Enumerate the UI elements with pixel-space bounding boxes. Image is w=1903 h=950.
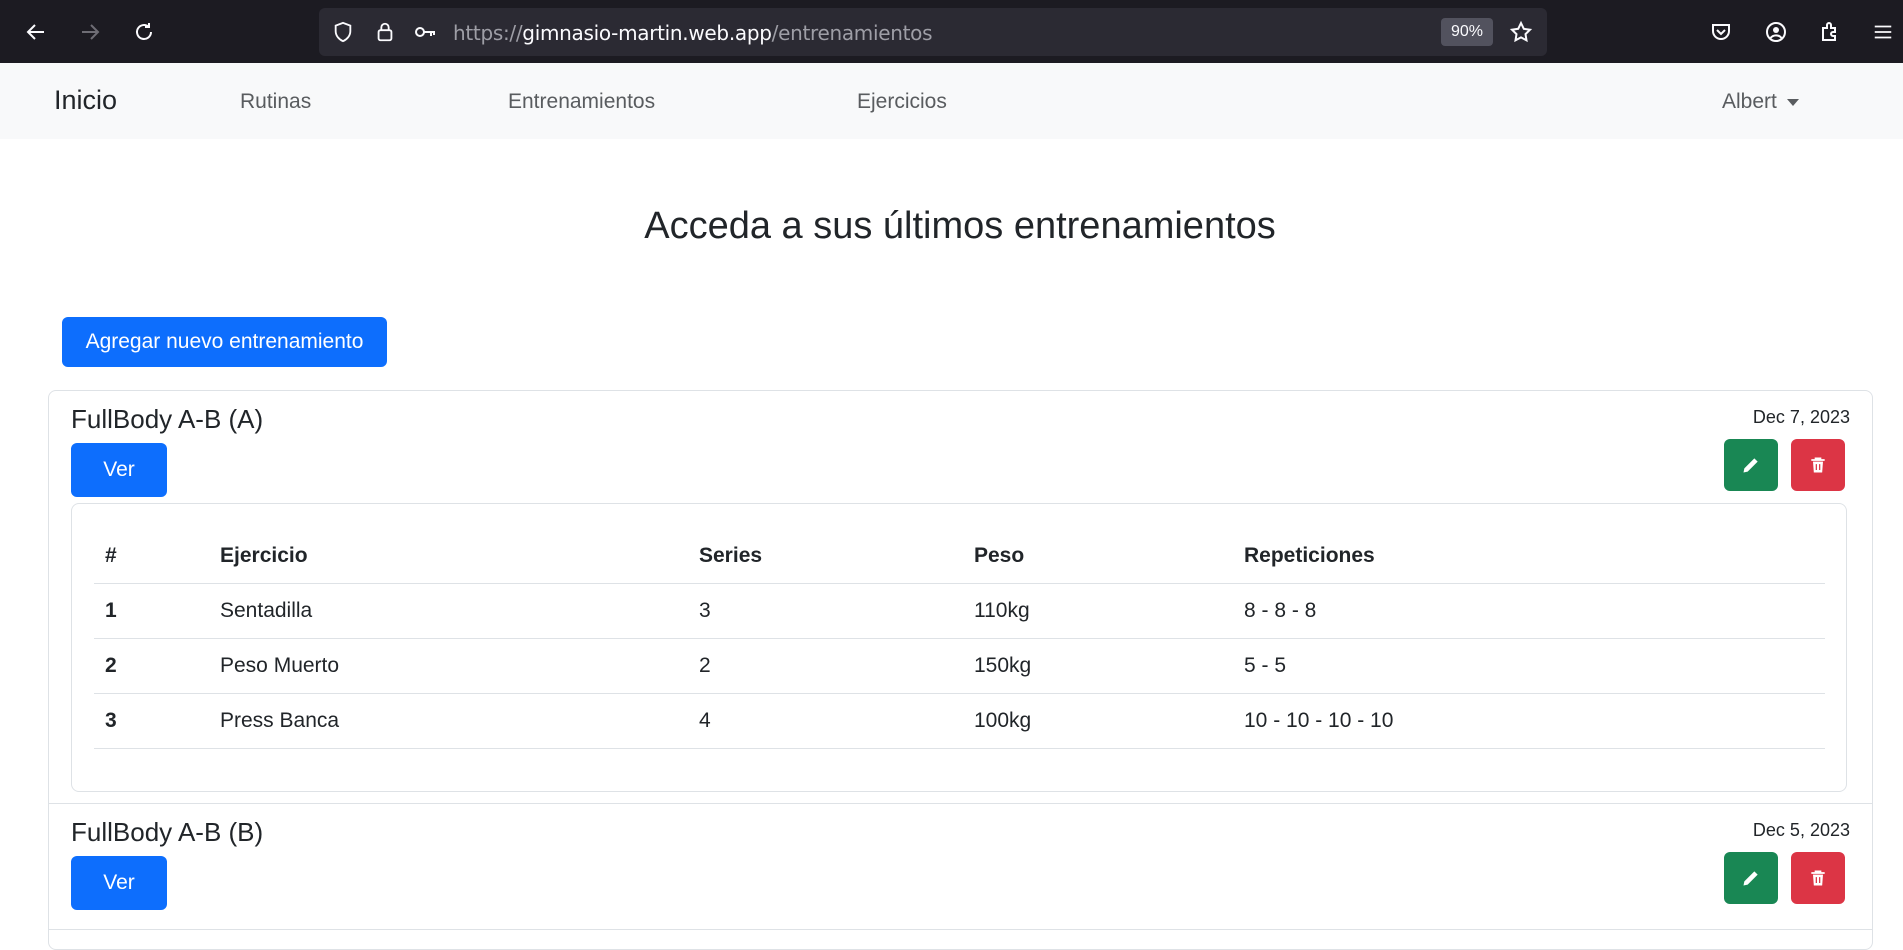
cell-series: 4 bbox=[688, 693, 963, 749]
url-host: gimnasio-martin.web.app bbox=[522, 21, 772, 45]
view-workout-button[interactable]: Ver bbox=[71, 443, 167, 497]
forward-icon[interactable] bbox=[72, 14, 108, 50]
cell-weight: 150kg bbox=[963, 638, 1233, 694]
edit-workout-button[interactable] bbox=[1724, 439, 1778, 491]
cell-number: 2 bbox=[94, 638, 209, 694]
cell-number: 1 bbox=[94, 583, 209, 639]
add-workout-button[interactable]: Agregar nuevo entrenamiento bbox=[62, 317, 387, 367]
trash-icon bbox=[1811, 870, 1825, 886]
account-icon[interactable] bbox=[1758, 14, 1794, 50]
cell-exercise: Sentadilla bbox=[209, 583, 688, 639]
exercise-table: # Ejercicio Series Peso Repeticiones 1 S… bbox=[94, 529, 1825, 749]
browser-toolbar: https://gimnasio-martin.web.app/entrenam… bbox=[0, 0, 1903, 63]
pencil-icon bbox=[1743, 458, 1758, 473]
trash-icon bbox=[1811, 457, 1825, 473]
page-title: Acceda a sus últimos entrenamientos bbox=[644, 205, 1276, 247]
site-navbar: Inicio Rutinas Entrenamientos Ejercicios… bbox=[0, 63, 1903, 139]
table-row: 2 Peso Muerto 2 150kg 5 - 5 bbox=[94, 638, 1825, 694]
bookmark-star-icon[interactable] bbox=[1509, 20, 1533, 44]
col-header-series: Series bbox=[688, 529, 963, 584]
view-workout-button[interactable]: Ver bbox=[71, 856, 167, 910]
cell-series: 2 bbox=[688, 638, 963, 694]
table-header-row: # Ejercicio Series Peso Repeticiones bbox=[94, 529, 1825, 584]
table-row: 3 Press Banca 4 100kg 10 - 10 - 10 - 10 bbox=[94, 693, 1825, 749]
workout-list: FullBody A-B (A) Dec 7, 2023 Ver # Ejerc… bbox=[48, 390, 1873, 950]
url-text[interactable]: https://gimnasio-martin.web.app/entrenam… bbox=[453, 21, 933, 45]
delete-workout-button[interactable] bbox=[1791, 852, 1845, 904]
cell-weight: 110kg bbox=[963, 583, 1233, 639]
cell-reps: 10 - 10 - 10 - 10 bbox=[1233, 693, 1825, 749]
caret-down-icon bbox=[1786, 98, 1799, 106]
workout-title: FullBody A-B (A) bbox=[71, 404, 264, 434]
col-header-number: # bbox=[94, 529, 209, 584]
table-row: 1 Sentadilla 3 110kg 8 - 8 - 8 bbox=[94, 583, 1825, 639]
pocket-icon[interactable] bbox=[1703, 14, 1739, 50]
reload-icon[interactable] bbox=[126, 14, 162, 50]
delete-workout-button[interactable] bbox=[1791, 439, 1845, 491]
cell-weight: 100kg bbox=[963, 693, 1233, 749]
lock-icon[interactable] bbox=[373, 20, 397, 44]
col-header-weight: Peso bbox=[963, 529, 1233, 584]
menu-icon[interactable] bbox=[1865, 14, 1901, 50]
cell-reps: 5 - 5 bbox=[1233, 638, 1825, 694]
address-bar[interactable]: https://gimnasio-martin.web.app/entrenam… bbox=[319, 8, 1547, 56]
workout-date: Dec 7, 2023 bbox=[1752, 407, 1850, 427]
workout-date: Dec 5, 2023 bbox=[1752, 820, 1850, 840]
cell-reps: 8 - 8 - 8 bbox=[1233, 583, 1825, 639]
nav-link-rutinas[interactable]: Rutinas bbox=[240, 90, 311, 114]
shield-icon[interactable] bbox=[331, 20, 355, 44]
url-path: /entrenamientos bbox=[771, 21, 933, 45]
back-icon[interactable] bbox=[18, 14, 54, 50]
nav-link-ejercicios[interactable]: Ejercicios bbox=[857, 90, 947, 114]
cell-exercise: Peso Muerto bbox=[209, 638, 688, 694]
col-header-reps: Repeticiones bbox=[1233, 529, 1825, 584]
col-header-exercise: Ejercicio bbox=[209, 529, 688, 584]
edit-workout-button[interactable] bbox=[1724, 852, 1778, 904]
extensions-icon[interactable] bbox=[1812, 14, 1848, 50]
user-dropdown[interactable]: Albert bbox=[1722, 90, 1799, 114]
cell-number: 3 bbox=[94, 693, 209, 749]
item-divider bbox=[49, 803, 1872, 804]
key-icon[interactable] bbox=[413, 20, 437, 44]
zoom-badge[interactable]: 90% bbox=[1441, 18, 1493, 46]
user-name: Albert bbox=[1722, 90, 1777, 113]
cell-series: 3 bbox=[688, 583, 963, 639]
cell-exercise: Press Banca bbox=[209, 693, 688, 749]
pencil-icon bbox=[1743, 871, 1758, 886]
nav-brand-inicio[interactable]: Inicio bbox=[54, 85, 117, 116]
url-prefix: https:// bbox=[453, 21, 523, 45]
exercise-table-card: # Ejercicio Series Peso Repeticiones 1 S… bbox=[71, 503, 1847, 792]
item-divider bbox=[49, 929, 1872, 930]
nav-link-entrenamientos[interactable]: Entrenamientos bbox=[508, 90, 655, 114]
workout-title: FullBody A-B (B) bbox=[71, 817, 264, 847]
